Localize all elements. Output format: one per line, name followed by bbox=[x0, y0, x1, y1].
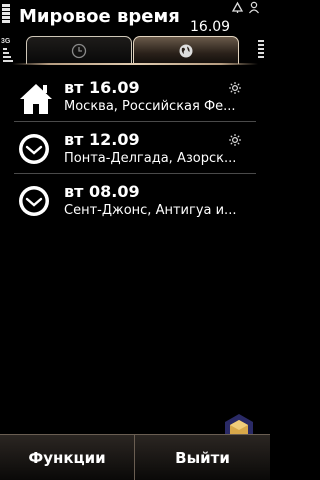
list-item[interactable]: вт 16.09 Москва, Российская Фе... bbox=[0, 70, 270, 122]
city-date: вт 12.09 bbox=[64, 130, 140, 149]
sun-icon bbox=[229, 82, 241, 94]
alarm-bell-icon bbox=[231, 1, 244, 13]
city-name: Москва, Российская Фе... bbox=[64, 99, 236, 114]
battery-level-icon bbox=[258, 40, 264, 58]
city-date: вт 08.09 bbox=[64, 182, 140, 201]
softkey-bar: Функции Выйти bbox=[0, 434, 270, 480]
city-date: вт 16.09 bbox=[64, 78, 140, 97]
network-type-label: 3G bbox=[1, 38, 11, 45]
list-item[interactable]: вт 12.09 Понта-Делгада, Азорск... bbox=[0, 122, 270, 174]
signal-strength-icon: 3G bbox=[1, 38, 15, 70]
app-title: Мировое время bbox=[19, 6, 180, 27]
clock-icon bbox=[71, 43, 87, 58]
city-name: Сент-Джонс, Антигуа и... bbox=[64, 203, 237, 218]
globe-icon bbox=[179, 44, 193, 57]
battery-icon bbox=[2, 4, 10, 26]
home-icon bbox=[20, 84, 52, 114]
tab-local-clock[interactable] bbox=[26, 36, 132, 64]
profile-icon bbox=[249, 1, 259, 14]
sun-icon bbox=[229, 134, 241, 146]
city-name: Понта-Делгада, Азорск... bbox=[64, 151, 237, 166]
clock-icon bbox=[19, 186, 49, 216]
exit-button[interactable]: Выйти bbox=[135, 435, 270, 480]
tab-underline bbox=[12, 63, 258, 65]
tab-world-clock[interactable] bbox=[133, 36, 239, 64]
status-clock: 16.09 bbox=[190, 19, 231, 35]
list-item[interactable]: вт 08.09 Сент-Джонс, Антигуа и... bbox=[0, 174, 270, 226]
clock-icon bbox=[19, 134, 49, 164]
view-tabs bbox=[26, 36, 239, 64]
options-button[interactable]: Функции bbox=[0, 435, 135, 480]
status-indicators-left: 3G bbox=[0, 0, 14, 70]
